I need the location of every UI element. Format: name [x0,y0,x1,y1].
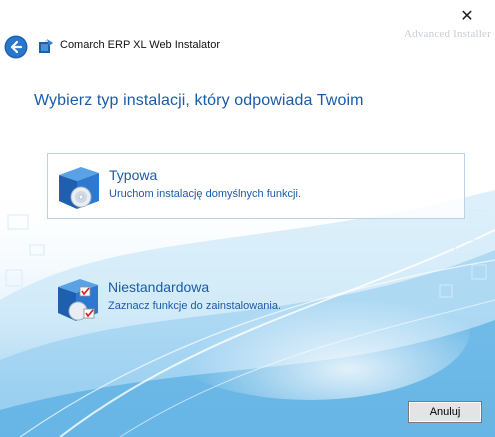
installer-window: ✕ Advanced Installer Comarch ERP XL Web … [0,0,495,437]
page-heading: Wybierz typ instalacji, który odpowiada … [34,92,364,109]
installer-app-icon [39,39,53,53]
option-custom[interactable]: Niestandardowa Zaznacz funkcje do zainst… [47,266,465,332]
box-disc-icon [59,167,99,209]
window-title: Comarch ERP XL Web Instalator [60,39,220,51]
option-title: Niestandardowa [108,279,210,295]
cancel-button[interactable]: Anuluj [408,401,482,423]
close-button[interactable]: ✕ [457,6,477,26]
back-button[interactable] [4,35,28,59]
option-title: Typowa [109,167,158,183]
option-typical[interactable]: Typowa Uruchom instalację domyślnych fun… [47,153,465,219]
box-custom-icon [58,279,98,321]
option-description: Uruchom instalację domyślnych funkcji. [109,188,301,200]
option-description: Zaznacz funkcje do zainstalowania. [108,300,282,312]
advanced-installer-watermark: Advanced Installer [404,28,491,40]
